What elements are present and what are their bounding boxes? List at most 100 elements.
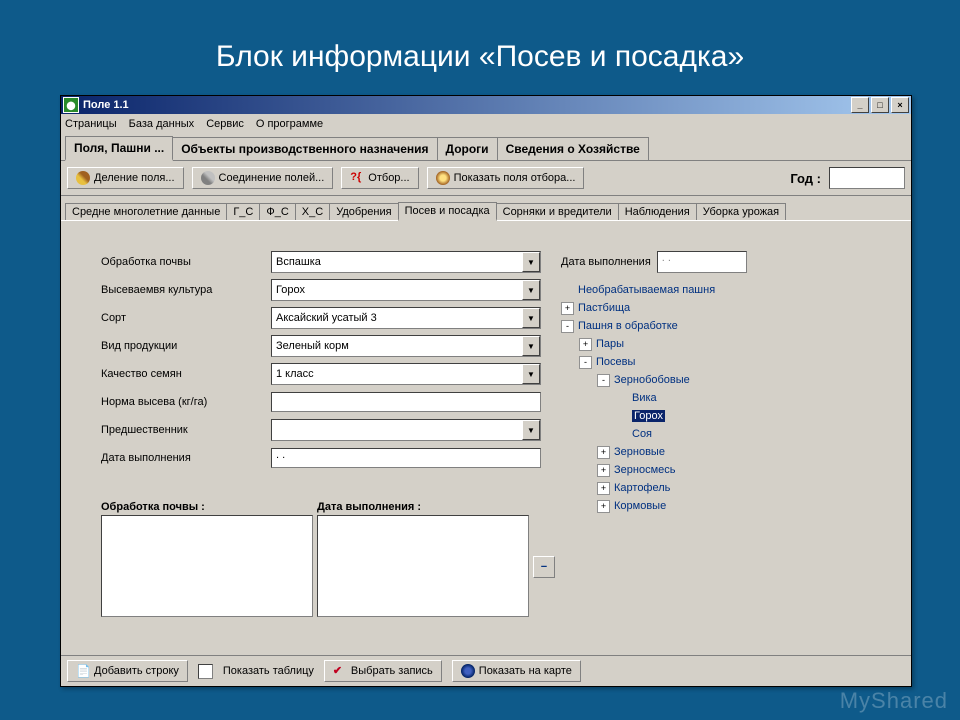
expand-icon[interactable]: +: [597, 500, 610, 513]
form-combo-0[interactable]: Вспашка▼: [271, 251, 541, 273]
split-icon: [76, 171, 90, 185]
main-tab-3[interactable]: Сведения о Хозяйстве: [497, 137, 649, 160]
dropdown-arrow-icon[interactable]: ▼: [522, 364, 540, 384]
dropdown-arrow-icon[interactable]: ▼: [522, 280, 540, 300]
tree-item-2[interactable]: -Пашня в обработке: [561, 317, 821, 335]
tree-label: Пары: [596, 338, 624, 350]
tree-label: Зернобобовые: [614, 374, 690, 386]
tree-item-12[interactable]: + Кормовые: [561, 497, 821, 515]
form-label-5: Норма высева (кг/га): [101, 396, 271, 408]
add-row-button[interactable]: 📄Добавить строку: [67, 660, 188, 682]
form-combo-2[interactable]: Аксайский усатый 3▼: [271, 307, 541, 329]
sub-tab-4[interactable]: Удобрения: [329, 203, 398, 220]
sub-tab-0[interactable]: Средне многолетние данные: [65, 203, 227, 220]
year-input[interactable]: [829, 167, 905, 189]
select-record-button[interactable]: ✔Выбрать запись: [324, 660, 442, 682]
sub-tab-8[interactable]: Уборка урожая: [696, 203, 786, 220]
form-combo-value-3: Зеленый корм: [272, 340, 522, 352]
tree-label: Кормовые: [614, 500, 666, 512]
menu-pages[interactable]: Страницы: [65, 118, 117, 130]
form-combo-3[interactable]: Зеленый корм▼: [271, 335, 541, 357]
sub-tab-2[interactable]: Ф_С: [259, 203, 295, 220]
slide-title: Блок информации «Посев и посадка»: [0, 0, 960, 94]
dropdown-arrow-icon[interactable]: ▼: [522, 308, 540, 328]
show-table-checkbox[interactable]: [198, 664, 213, 679]
main-tab-1[interactable]: Объекты производственного назначения: [172, 137, 437, 160]
toolbar: Деление поля... Соединение полей... ?{От…: [61, 161, 911, 196]
sub-tab-5[interactable]: Посев и посадка: [398, 202, 497, 221]
collapse-icon[interactable]: -: [579, 356, 592, 369]
window-title: Поле 1.1: [83, 99, 129, 111]
close-button[interactable]: ×: [891, 97, 909, 113]
expand-icon[interactable]: +: [597, 446, 610, 459]
form-combo-6[interactable]: ▼: [271, 419, 541, 441]
form-combo-4[interactable]: 1 класс▼: [271, 363, 541, 385]
show-filter-button[interactable]: Показать поля отбора...: [427, 167, 585, 189]
form-input-5[interactable]: [271, 392, 541, 412]
show-table-label: Показать таблицу: [223, 665, 314, 677]
form-row-2: СортАксайский усатый 3▼: [101, 307, 541, 329]
tree-item-6[interactable]: Вика: [561, 389, 821, 407]
bottom-bar: 📄Добавить строку Показать таблицу ✔Выбра…: [61, 655, 911, 686]
sub-tab-3[interactable]: Х_С: [295, 203, 330, 220]
dropdown-arrow-icon[interactable]: ▼: [522, 336, 540, 356]
expand-icon[interactable]: +: [597, 464, 610, 477]
dropdown-arrow-icon[interactable]: ▼: [522, 420, 540, 440]
main-tab-2[interactable]: Дороги: [437, 137, 498, 160]
form-combo-1[interactable]: Горох▼: [271, 279, 541, 301]
add-icon: 📄: [76, 664, 90, 678]
tree-item-8[interactable]: Соя: [561, 425, 821, 443]
check-icon: ✔: [333, 664, 347, 678]
form-row-7: Дата выполнения . .: [101, 447, 541, 469]
tree-label: Соя: [632, 428, 652, 440]
form-row-6: Предшественник ▼: [101, 419, 541, 441]
expand-icon[interactable]: +: [561, 302, 574, 315]
form-label-6: Предшественник: [101, 424, 271, 436]
minimize-button[interactable]: _: [851, 97, 869, 113]
tree-item-3[interactable]: + Пары: [561, 335, 821, 353]
list-header-1: Обработка почвы :: [101, 501, 313, 513]
tree-label: Пашня в обработке: [578, 320, 678, 332]
sub-tab-6[interactable]: Сорняки и вредители: [496, 203, 619, 220]
tree-item-1[interactable]: +Пастбища: [561, 299, 821, 317]
tree-label: Необрабатываемая пашня: [578, 284, 715, 296]
filter-button[interactable]: ?{Отбор...: [341, 167, 418, 189]
form-row-1: Высеваемвя культураГорох▼: [101, 279, 541, 301]
tree-item-10[interactable]: +Зерносмесь: [561, 461, 821, 479]
menu-database[interactable]: База данных: [129, 118, 195, 130]
menu-about[interactable]: О программе: [256, 118, 323, 130]
form-label-4: Качество семян: [101, 368, 271, 380]
tree-item-11[interactable]: +Картофель: [561, 479, 821, 497]
sub-tabs: Средне многолетние данныеГ_СФ_СХ_СУдобре…: [61, 198, 911, 220]
main-tab-0[interactable]: Поля, Пашни ...: [65, 136, 173, 161]
list-box-2[interactable]: [317, 515, 529, 617]
tree-item-4[interactable]: -Посевы: [561, 353, 821, 371]
expand-icon[interactable]: +: [579, 338, 592, 351]
dropdown-arrow-icon[interactable]: ▼: [522, 252, 540, 272]
show-on-map-button[interactable]: Показать на карте: [452, 660, 581, 682]
list-box-1[interactable]: [101, 515, 313, 617]
expand-icon[interactable]: +: [597, 482, 610, 495]
sub-tab-1[interactable]: Г_С: [226, 203, 260, 220]
split-field-button[interactable]: Деление поля...: [67, 167, 184, 189]
collapse-icon[interactable]: -: [597, 374, 610, 387]
form-input-7[interactable]: . .: [271, 448, 541, 468]
form-label-2: Сорт: [101, 312, 271, 324]
watermark: MyShared: [840, 688, 948, 714]
collapse-icon[interactable]: -: [561, 320, 574, 333]
date-top-input[interactable]: . .: [657, 251, 747, 273]
sub-tab-7[interactable]: Наблюдения: [618, 203, 697, 220]
content-area: Обработка почвыВспашка▼Высеваемвя культу…: [61, 220, 911, 661]
maximize-button[interactable]: □: [871, 97, 889, 113]
menu-service[interactable]: Сервис: [206, 118, 244, 130]
form-row-5: Норма высева (кг/га): [101, 391, 541, 413]
titlebar: ⬤ Поле 1.1 _ □ ×: [61, 96, 911, 114]
remove-row-button[interactable]: −: [533, 556, 555, 578]
list-col-2: Дата выполнения :: [317, 501, 529, 617]
tree-item-5[interactable]: -Зернобобовые: [561, 371, 821, 389]
tree-item-0[interactable]: Необрабатываемая пашня: [561, 281, 821, 299]
tree-view[interactable]: Необрабатываемая пашня+Пастбища-Пашня в …: [561, 281, 821, 571]
tree-item-9[interactable]: +Зерновые: [561, 443, 821, 461]
join-fields-button[interactable]: Соединение полей...: [192, 167, 334, 189]
tree-item-7[interactable]: Горох: [561, 407, 821, 425]
